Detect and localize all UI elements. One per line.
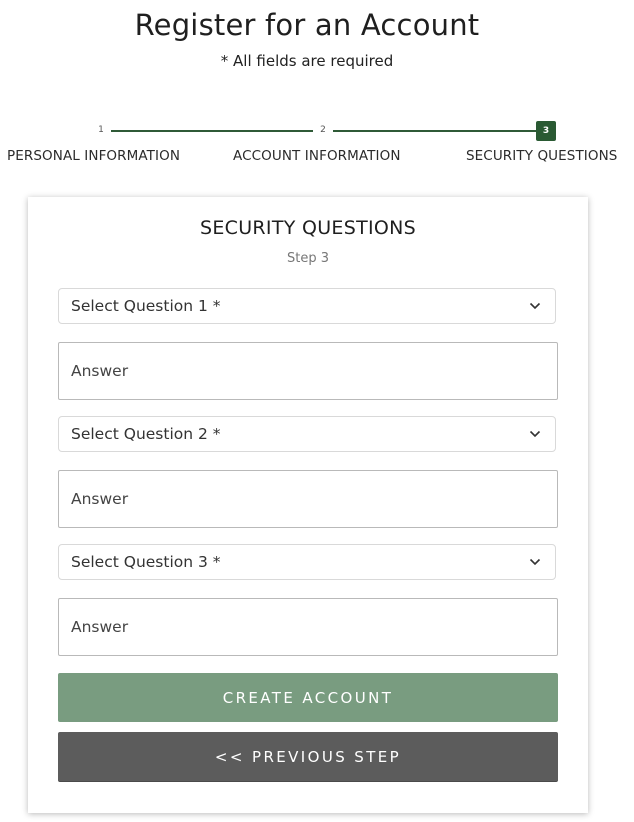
create-account-button[interactable]: CREATE ACCOUNT	[58, 673, 558, 722]
required-fields-note: * All fields are required	[220, 52, 394, 70]
card-step-indicator: Step 3	[286, 251, 329, 266]
question-2-select-label: Select Question 2 *	[71, 425, 221, 443]
page-title: Register for an Account	[134, 8, 480, 42]
question-2-select[interactable]: Select Question 2 *	[58, 416, 556, 452]
chevron-down-icon	[529, 430, 541, 438]
chevron-down-icon	[529, 302, 541, 310]
previous-step-button[interactable]: << PREVIOUS STEP	[58, 732, 558, 782]
chevron-down-icon	[529, 558, 541, 566]
step-label-security-questions: SECURITY QUESTIONS	[466, 148, 618, 164]
progress-stepper: 1 2 3 PERSONAL INFORMATION ACCOUNT INFOR…	[0, 120, 634, 170]
question-3-answer-input[interactable]	[58, 598, 558, 656]
question-1-select-label: Select Question 1 *	[71, 297, 221, 315]
question-3-select[interactable]: Select Question 3 *	[58, 544, 556, 580]
card-title: SECURITY QUESTIONS	[199, 217, 417, 239]
question-1-select[interactable]: Select Question 1 *	[58, 288, 556, 324]
step-3-active-badge: 3	[536, 121, 556, 141]
step-2-number: 2	[320, 125, 326, 135]
step-connector-2-3	[333, 130, 536, 132]
security-questions-card: SECURITY QUESTIONS Step 3 Select Questio…	[28, 197, 588, 813]
step-label-account-information: ACCOUNT INFORMATION	[233, 148, 401, 164]
step-1-number: 1	[98, 125, 104, 135]
question-2-answer-input[interactable]	[58, 470, 558, 528]
question-1-answer-input[interactable]	[58, 342, 558, 400]
registration-page: Register for an Account * All fields are…	[0, 0, 634, 822]
step-label-personal-information: PERSONAL INFORMATION	[7, 148, 181, 164]
step-connector-1-2	[111, 130, 313, 132]
question-3-select-label: Select Question 3 *	[71, 553, 221, 571]
